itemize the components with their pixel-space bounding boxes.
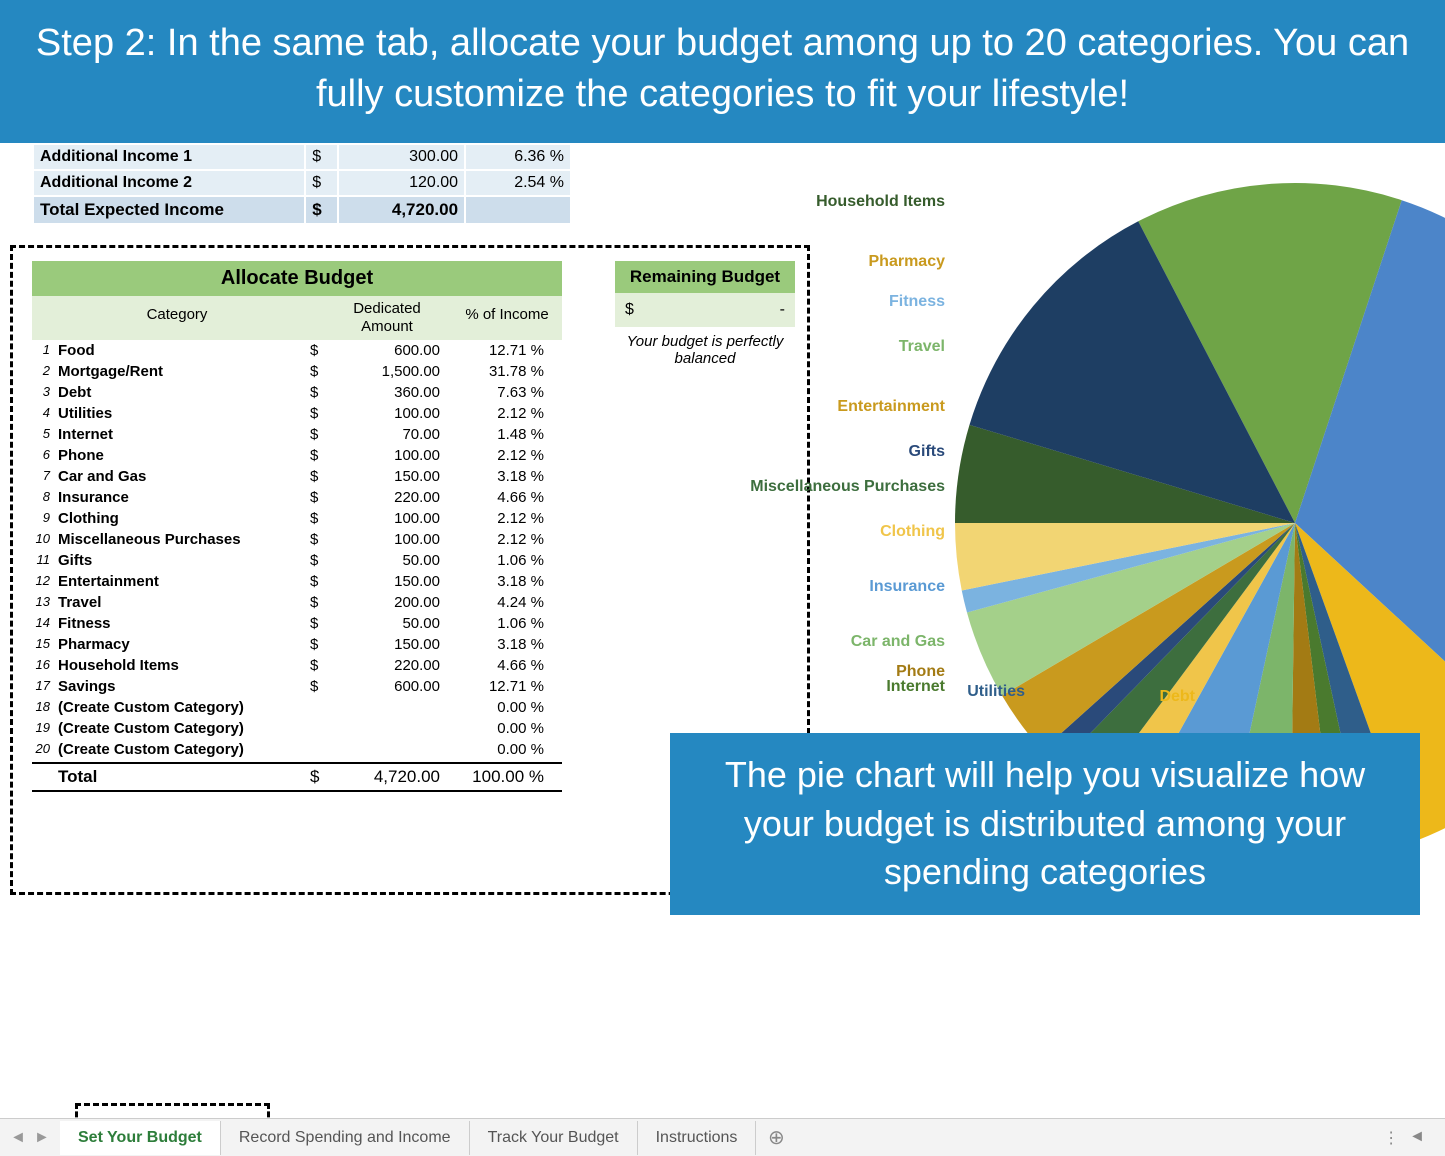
pie-label: Pharmacy	[869, 253, 946, 271]
tab-next-icon[interactable]: ►	[34, 1129, 50, 1147]
budget-row[interactable]: 1Food$600.0012.71 %	[32, 340, 562, 361]
budget-row[interactable]: 19(Create Custom Category)0.00 %	[32, 718, 562, 739]
sheet-tabs: ◄ ► Set Your BudgetRecord Spending and I…	[0, 1118, 1445, 1156]
pie-label: Travel	[899, 338, 945, 356]
budget-row[interactable]: 12Entertainment$150.003.18 %	[32, 571, 562, 592]
tab-prev-icon[interactable]: ◄	[10, 1129, 26, 1147]
sheet-tab[interactable]: Record Spending and Income	[221, 1121, 470, 1155]
remaining-budget-section: Remaining Budget $- Your budget is perfe…	[615, 261, 795, 373]
income-table: Additional Income 1$300.006.36 %Addition…	[32, 143, 572, 225]
sheet-tab[interactable]: Instructions	[638, 1121, 757, 1155]
add-sheet-button[interactable]: ⊕	[756, 1125, 796, 1150]
header-category: Category	[32, 296, 322, 340]
income-row[interactable]: Additional Income 1$300.006.36 %	[34, 145, 570, 169]
allocate-column-headers: Category DedicatedAmount % of Income	[32, 296, 562, 340]
budget-row[interactable]: 14Fitness$50.001.06 %	[32, 613, 562, 634]
remaining-note: Your budget is perfectly balanced	[615, 327, 795, 373]
pie-label: Gifts	[909, 443, 945, 461]
budget-row[interactable]: 7Car and Gas$150.003.18 %	[32, 466, 562, 487]
budget-row[interactable]: 10Miscellaneous Purchases$100.002.12 %	[32, 529, 562, 550]
allocate-budget-section: Allocate Budget Category DedicatedAmount…	[32, 261, 562, 792]
pie-label: Miscellaneous Purchases	[750, 478, 945, 496]
header-pct-income: % of Income	[452, 296, 562, 340]
pie-label: Utilities	[967, 683, 1025, 701]
pie-label: Car and Gas	[851, 633, 945, 651]
tab-options-icon[interactable]: ⋮	[1383, 1128, 1399, 1148]
step-banner: Step 2: In the same tab, allocate your b…	[0, 0, 1445, 143]
budget-row[interactable]: 18(Create Custom Category)0.00 %	[32, 697, 562, 718]
pie-label: Internet	[886, 678, 945, 696]
budget-row[interactable]: 13Travel$200.004.24 %	[32, 592, 562, 613]
pie-label: Clothing	[880, 523, 945, 541]
budget-row[interactable]: 17Savings$600.0012.71 %	[32, 676, 562, 697]
sheet-tab[interactable]: Track Your Budget	[470, 1121, 638, 1155]
pie-label: Fitness	[889, 293, 945, 311]
budget-row[interactable]: 20(Create Custom Category)0.00 %	[32, 739, 562, 760]
income-row[interactable]: Additional Income 2$120.002.54 %	[34, 171, 570, 195]
pie-chart-caption: The pie chart will help you visualize ho…	[670, 733, 1420, 915]
tab-nav-arrows[interactable]: ◄ ►	[0, 1129, 60, 1147]
scroll-left-icon[interactable]: ◄	[1409, 1128, 1425, 1148]
allocate-title: Allocate Budget	[32, 261, 562, 296]
allocate-total-row: Total $ 4,720.00 100.00 %	[32, 762, 562, 792]
budget-row[interactable]: 4Utilities$100.002.12 %	[32, 403, 562, 424]
budget-row[interactable]: 2Mortgage/Rent$1,500.0031.78 %	[32, 361, 562, 382]
remaining-value: $-	[615, 293, 795, 327]
budget-row[interactable]: 6Phone$100.002.12 %	[32, 445, 562, 466]
budget-row[interactable]: 3Debt$360.007.63 %	[32, 382, 562, 403]
pie-label: Household Items	[816, 193, 945, 211]
pie-label: Debt	[1159, 688, 1195, 706]
budget-row[interactable]: 11Gifts$50.001.06 %	[32, 550, 562, 571]
pie-label: Entertainment	[837, 398, 945, 416]
budget-row[interactable]: 8Insurance$220.004.66 %	[32, 487, 562, 508]
header-dedicated-amount: DedicatedAmount	[322, 296, 452, 340]
sheet-tab[interactable]: Set Your Budget	[60, 1121, 221, 1155]
budget-row[interactable]: 15Pharmacy$150.003.18 %	[32, 634, 562, 655]
pie-label: Insurance	[869, 578, 945, 596]
budget-row[interactable]: 9Clothing$100.002.12 %	[32, 508, 562, 529]
budget-row[interactable]: 5Internet$70.001.48 %	[32, 424, 562, 445]
income-total-row: Total Expected Income$4,720.00	[34, 197, 570, 223]
remaining-title: Remaining Budget	[615, 261, 795, 293]
budget-row[interactable]: 16Household Items$220.004.66 %	[32, 655, 562, 676]
